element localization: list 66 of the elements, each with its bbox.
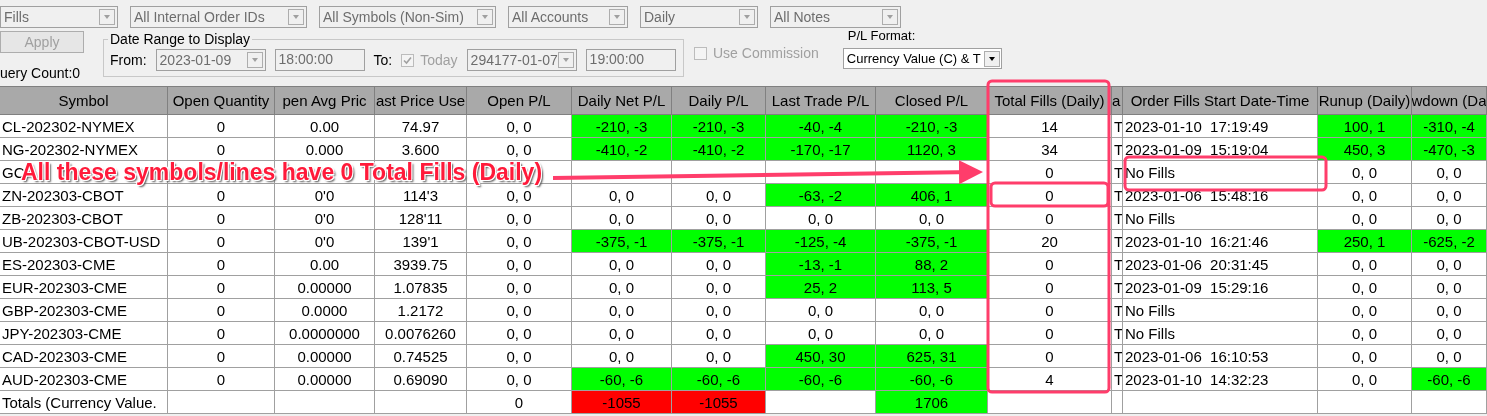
caret-icon bbox=[246, 52, 263, 68]
column-header[interactable]: Last Trade P/L bbox=[766, 86, 876, 115]
table-cell: -310, -4 bbox=[1412, 115, 1487, 138]
caret-icon bbox=[609, 9, 625, 25]
from-label: From: bbox=[110, 52, 147, 68]
column-header[interactable]: Closed P/L bbox=[876, 86, 988, 115]
caret-icon bbox=[983, 50, 1000, 67]
table-cell: -375, -1 bbox=[876, 230, 988, 253]
table-cell: 250, 1 bbox=[1318, 230, 1412, 253]
pl-format-dropdown[interactable]: Currency Value (C) & T bbox=[842, 48, 1002, 69]
table-cell: -470, -3 bbox=[1412, 138, 1487, 161]
column-header[interactable]: Order Fills Start Date-Time bbox=[1123, 86, 1318, 115]
table-cell: -210, -3 bbox=[572, 115, 672, 138]
table-cell: -60, -6 bbox=[1412, 368, 1487, 391]
pl-format-label: P/L Format: bbox=[847, 28, 917, 43]
column-header[interactable]: Open Quantity bbox=[168, 86, 275, 115]
column-header[interactable]: Total Fills (Daily) bbox=[988, 86, 1112, 115]
caret-icon bbox=[477, 9, 493, 25]
table-cell: -63, -2 bbox=[766, 184, 876, 207]
table-cell: -40, -4 bbox=[766, 115, 876, 138]
group-title: Date Range to Display bbox=[109, 31, 252, 47]
table-cell: 88, 2 bbox=[876, 253, 988, 276]
table-cell: -210, -3 bbox=[672, 115, 766, 138]
date-dropdown[interactable]: 294177-01-07 bbox=[466, 49, 577, 71]
date-dropdown[interactable]: 2023-01-09 bbox=[155, 49, 266, 71]
table-cell: -170, -17 bbox=[766, 138, 876, 161]
table-cell: -375, -1 bbox=[672, 230, 766, 253]
table-cell: -60, -6 bbox=[876, 368, 988, 391]
table-cell: 625, 31 bbox=[876, 345, 988, 368]
table-cell: -13, -1 bbox=[766, 253, 876, 276]
table-cell: -1055 bbox=[572, 391, 672, 414]
caret-icon bbox=[739, 9, 755, 25]
caret-icon bbox=[288, 9, 304, 25]
table-cell: -60, -6 bbox=[766, 368, 876, 391]
table-cell: -410, -2 bbox=[672, 138, 766, 161]
column-header[interactable]: Symbol bbox=[0, 86, 168, 115]
table-cell: -210, -3 bbox=[876, 115, 988, 138]
table-cell: -60, -6 bbox=[672, 368, 766, 391]
table-cell: 100, 1 bbox=[1318, 115, 1412, 138]
column-header[interactable]: Daily P/L bbox=[672, 86, 766, 115]
table-cell: -60, -6 bbox=[572, 368, 672, 391]
column-header[interactable]: wdown (Da bbox=[1412, 86, 1487, 115]
time-field[interactable]: 19:00:00 bbox=[585, 49, 676, 71]
column-header[interactable]: Daily Net P/L bbox=[572, 86, 672, 115]
table-cell: 1120, 3 bbox=[876, 138, 988, 161]
table-cell: 1706 bbox=[876, 391, 988, 414]
caret-icon bbox=[557, 52, 574, 68]
table-cell: -1055 bbox=[672, 391, 766, 414]
to-label: To: bbox=[373, 52, 393, 68]
table-cell: -625, -2 bbox=[1412, 230, 1487, 253]
table-cell: 450, 30 bbox=[766, 345, 876, 368]
table-cell: 25, 2 bbox=[766, 276, 876, 299]
caret-icon bbox=[882, 9, 898, 25]
column-header[interactable]: ast Price Use bbox=[375, 86, 467, 115]
column-header[interactable]: Open P/L bbox=[467, 86, 572, 115]
table-cell: 406, 1 bbox=[876, 184, 988, 207]
query-count: uery Count:0 bbox=[0, 65, 82, 81]
table-cell: -375, -1 bbox=[572, 230, 672, 253]
caret-icon bbox=[99, 9, 115, 25]
table-cell: 113, 5 bbox=[876, 276, 988, 299]
time-field[interactable]: 18:00:00 bbox=[274, 49, 365, 71]
column-header[interactable]: pen Avg Pric bbox=[275, 86, 375, 115]
table-cell: -410, -2 bbox=[572, 138, 672, 161]
table-cell: -125, -4 bbox=[766, 230, 876, 253]
column-header[interactable]: Runup (Daily) bbox=[1318, 86, 1412, 115]
table-cell: 450, 3 bbox=[1318, 138, 1412, 161]
